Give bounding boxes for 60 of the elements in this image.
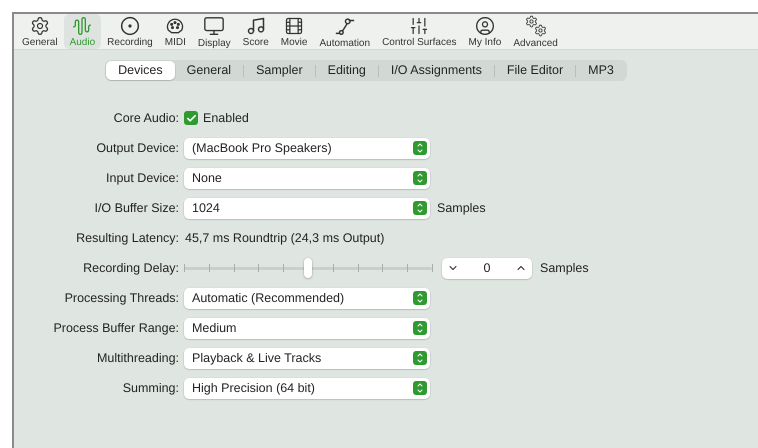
monitor-icon	[203, 14, 226, 36]
popup-arrows-icon	[413, 291, 427, 305]
record-icon	[120, 16, 140, 36]
waveform-icon	[72, 16, 92, 36]
toolbar-item[interactable]: Advanced	[507, 14, 564, 49]
toolbar-item[interactable]: MIDI	[158, 14, 192, 49]
slider-track[interactable]	[184, 258, 432, 278]
tab[interactable]: Editing	[316, 61, 378, 80]
toolbar-item[interactable]: General	[16, 14, 64, 49]
popup-arrows-icon	[413, 171, 427, 185]
tab[interactable]: File Editor	[494, 61, 576, 80]
field-label: Resulting Latency:	[75, 230, 180, 247]
checkbox-label: Enabled	[203, 110, 249, 127]
tab[interactable]: General	[174, 61, 244, 80]
gear-icon	[30, 16, 50, 36]
film-icon	[284, 16, 304, 36]
field-label: Summing:	[122, 380, 180, 397]
popup-menu[interactable]: 1024	[184, 198, 430, 218]
popup-arrows-icon	[413, 201, 427, 215]
gears-icon	[524, 14, 547, 36]
toolbar-item[interactable]: Automation	[313, 14, 376, 49]
latency-value: 45,7 ms Roundtrip (24,3 ms Output)	[184, 230, 384, 247]
user-icon	[474, 16, 495, 36]
popup-menu[interactable]: Playback & Live Tracks	[184, 348, 430, 368]
popup-menu[interactable]: High Precision (64 bit)	[184, 378, 430, 398]
toolbar-item[interactable]: Display	[192, 14, 237, 49]
stepper-value: 0	[484, 260, 490, 277]
field-label: Multithreading:	[96, 350, 180, 367]
tab[interactable]: Devices	[106, 61, 175, 80]
checkbox[interactable]	[184, 111, 198, 125]
field-label: Core Audio:	[112, 110, 180, 127]
popup-arrows-icon	[413, 381, 427, 395]
toolbar-item[interactable]: My Info	[462, 14, 508, 49]
popup-menu[interactable]: (MacBook Pro Speakers)	[184, 138, 430, 158]
slider-thumb[interactable]	[304, 258, 312, 278]
field-label: Input Device:	[105, 170, 180, 187]
popup-menu[interactable]: Medium	[184, 318, 430, 338]
connector-icon	[165, 16, 186, 36]
unit-label: Samples	[540, 260, 589, 277]
toolbar-item[interactable]: Score	[236, 14, 275, 49]
unit-label: Samples	[437, 200, 486, 217]
music-notes-icon	[246, 16, 266, 36]
popup-menu[interactable]: Automatic (Recommended)	[184, 288, 430, 308]
number-stepper[interactable]: 0	[442, 258, 532, 278]
toolbar-item[interactable]: Movie	[274, 14, 314, 49]
field-label: I/O Buffer Size:	[93, 200, 180, 217]
field-label: Output Device:	[95, 140, 180, 157]
popup-arrows-icon	[413, 141, 427, 155]
sliders-icon	[409, 16, 430, 36]
field-label: Process Buffer Range:	[52, 320, 180, 337]
popup-menu[interactable]: None	[184, 168, 430, 188]
popup-arrows-icon	[413, 351, 427, 365]
popup-arrows-icon	[413, 321, 427, 335]
toolbar-item[interactable]: Recording	[101, 14, 159, 49]
tab[interactable]: I/O Assignments	[378, 61, 494, 80]
tab[interactable]: MP3	[576, 61, 626, 80]
toolbar-item[interactable]: Control Surfaces	[376, 14, 463, 49]
field-label: Recording Delay:	[82, 260, 180, 277]
field-label: Processing Threads:	[64, 290, 180, 307]
tab[interactable]: Sampler	[244, 61, 315, 80]
